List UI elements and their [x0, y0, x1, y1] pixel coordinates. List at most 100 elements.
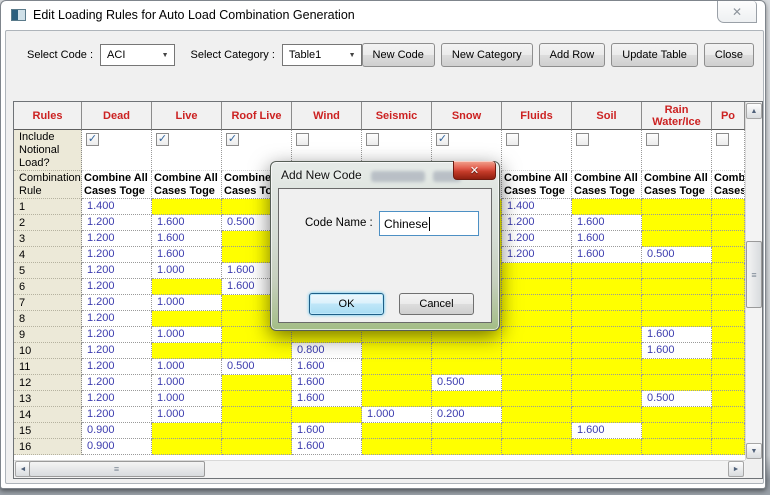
grid-cell-r8-live[interactable]	[152, 311, 222, 327]
grid-cell-r10-seismic[interactable]	[362, 343, 432, 359]
grid-cell-r11-dead[interactable]: 1.200	[82, 359, 152, 375]
column-header-live[interactable]: Live	[152, 102, 222, 130]
grid-cell-r13-po[interactable]	[712, 391, 745, 407]
vertical-scrollbar[interactable]: ▲ ≡ ▼	[745, 102, 762, 460]
grid-cell-r13-fluids[interactable]	[502, 391, 572, 407]
code-combobox[interactable]: ACI ▼	[100, 44, 174, 66]
include-checkbox-dead[interactable]: ✓	[86, 133, 99, 146]
grid-cell-r9-dead[interactable]: 1.200	[82, 327, 152, 343]
grid-cell-r2-dead[interactable]: 1.200	[82, 215, 152, 231]
grid-cell-r10-snow[interactable]	[432, 343, 502, 359]
grid-cell-r1-po[interactable]	[712, 199, 745, 215]
horizontal-scroll-thumb[interactable]: ≡	[29, 461, 205, 477]
grid-cell-r7-live[interactable]: 1.000	[152, 295, 222, 311]
grid-cell-r7-dead[interactable]: 1.200	[82, 295, 152, 311]
column-header-seismic[interactable]: Seismic	[362, 102, 432, 130]
column-header-po[interactable]: Po	[712, 102, 745, 130]
grid-cell-r14-snow[interactable]: 0.200	[432, 407, 502, 423]
grid-cell-r14-seismic[interactable]: 1.000	[362, 407, 432, 423]
grid-cell-r13-roof-live[interactable]	[222, 391, 292, 407]
grid-cell-r6-live[interactable]	[152, 279, 222, 295]
grid-cell-r12-po[interactable]	[712, 375, 745, 391]
column-header-soil[interactable]: Soil	[572, 102, 642, 130]
grid-cell-r2-fluids[interactable]: 1.200	[502, 215, 572, 231]
grid-cell-r10-roof-live[interactable]	[222, 343, 292, 359]
grid-cell-r7-po[interactable]	[712, 295, 745, 311]
grid-cell-r12-soil[interactable]	[572, 375, 642, 391]
new-category-button[interactable]: New Category	[441, 43, 533, 67]
new-code-button[interactable]: New Code	[362, 43, 435, 67]
column-header-fluids[interactable]: Fluids	[502, 102, 572, 130]
grid-cell-r8-fluids[interactable]	[502, 311, 572, 327]
grid-cell-r6-rain-water-ice[interactable]	[642, 279, 712, 295]
grid-cell-r9-live[interactable]: 1.000	[152, 327, 222, 343]
grid-cell-r5-soil[interactable]	[572, 263, 642, 279]
include-checkbox-live[interactable]: ✓	[156, 133, 169, 146]
grid-cell-r5-rain-water-ice[interactable]	[642, 263, 712, 279]
row-label-7[interactable]: 7	[14, 295, 82, 311]
grid-cell-r10-wind[interactable]: 0.800	[292, 343, 362, 359]
grid-cell-r9-soil[interactable]	[572, 327, 642, 343]
column-header-wind[interactable]: Wind	[292, 102, 362, 130]
include-checkbox-seismic[interactable]	[366, 133, 379, 146]
grid-cell-r13-live[interactable]: 1.000	[152, 391, 222, 407]
grid-cell-r12-fluids[interactable]	[502, 375, 572, 391]
grid-cell-r12-live[interactable]: 1.000	[152, 375, 222, 391]
grid-cell-r6-fluids[interactable]	[502, 279, 572, 295]
column-header-rain-water-ice[interactable]: Rain Water/Ice	[642, 102, 712, 130]
grid-cell-r13-soil[interactable]	[572, 391, 642, 407]
grid-cell-r16-live[interactable]	[152, 439, 222, 455]
column-header-snow[interactable]: Snow	[432, 102, 502, 130]
grid-cell-r4-live[interactable]: 1.600	[152, 247, 222, 263]
grid-cell-r11-rain-water-ice[interactable]	[642, 359, 712, 375]
row-label-4[interactable]: 4	[14, 247, 82, 263]
grid-cell-r10-live[interactable]	[152, 343, 222, 359]
grid-cell-r11-snow[interactable]	[432, 359, 502, 375]
grid-cell-r10-po[interactable]	[712, 343, 745, 359]
include-row-label[interactable]: Include Notional Load?	[14, 130, 82, 171]
grid-cell-r15-soil[interactable]: 1.600	[572, 423, 642, 439]
grid-cell-r1-fluids[interactable]: 1.400	[502, 199, 572, 215]
grid-cell-r16-rain-water-ice[interactable]	[642, 439, 712, 455]
grid-cell-r4-dead[interactable]: 1.200	[82, 247, 152, 263]
grid-cell-r6-soil[interactable]	[572, 279, 642, 295]
row-label-14[interactable]: 14	[14, 407, 82, 423]
row-label-9[interactable]: 9	[14, 327, 82, 343]
cancel-button[interactable]: Cancel	[399, 293, 474, 315]
grid-cell-r14-wind[interactable]	[292, 407, 362, 423]
grid-cell-r7-rain-water-ice[interactable]	[642, 295, 712, 311]
grid-cell-r13-seismic[interactable]	[362, 391, 432, 407]
grid-cell-r7-fluids[interactable]	[502, 295, 572, 311]
grid-cell-r16-wind[interactable]: 1.600	[292, 439, 362, 455]
scroll-up-button[interactable]: ▲	[746, 103, 762, 119]
grid-cell-r3-soil[interactable]: 1.600	[572, 231, 642, 247]
close-button[interactable]: Close	[704, 43, 754, 67]
grid-cell-r4-po[interactable]	[712, 247, 745, 263]
grid-cell-r1-soil[interactable]	[572, 199, 642, 215]
grid-cell-r12-snow[interactable]: 0.500	[432, 375, 502, 391]
grid-cell-r15-roof-live[interactable]	[222, 423, 292, 439]
include-checkbox-fluids[interactable]	[506, 133, 519, 146]
grid-cell-r12-dead[interactable]: 1.200	[82, 375, 152, 391]
column-header-dead[interactable]: Dead	[82, 102, 152, 130]
include-checkbox-wind[interactable]	[296, 133, 309, 146]
grid-cell-r13-rain-water-ice[interactable]: 0.500	[642, 391, 712, 407]
grid-cell-r15-rain-water-ice[interactable]	[642, 423, 712, 439]
grid-cell-r10-fluids[interactable]	[502, 343, 572, 359]
grid-cell-r3-rain-water-ice[interactable]	[642, 231, 712, 247]
update-table-button[interactable]: Update Table	[611, 43, 698, 67]
column-header-rules[interactable]: Rules	[14, 102, 82, 130]
grid-cell-r2-po[interactable]	[712, 215, 745, 231]
grid-cell-r8-soil[interactable]	[572, 311, 642, 327]
row-label-1[interactable]: 1	[14, 199, 82, 215]
grid-cell-r3-fluids[interactable]: 1.200	[502, 231, 572, 247]
grid-cell-r14-roof-live[interactable]	[222, 407, 292, 423]
grid-cell-r4-rain-water-ice[interactable]: 0.500	[642, 247, 712, 263]
row-label-5[interactable]: 5	[14, 263, 82, 279]
grid-cell-r3-po[interactable]	[712, 231, 745, 247]
add-row-button[interactable]: Add Row	[539, 43, 606, 67]
row-label-3[interactable]: 3	[14, 231, 82, 247]
grid-cell-r9-rain-water-ice[interactable]: 1.600	[642, 327, 712, 343]
code-name-input[interactable]: Chinese	[379, 211, 479, 236]
scroll-right-button[interactable]: ►	[728, 461, 744, 477]
